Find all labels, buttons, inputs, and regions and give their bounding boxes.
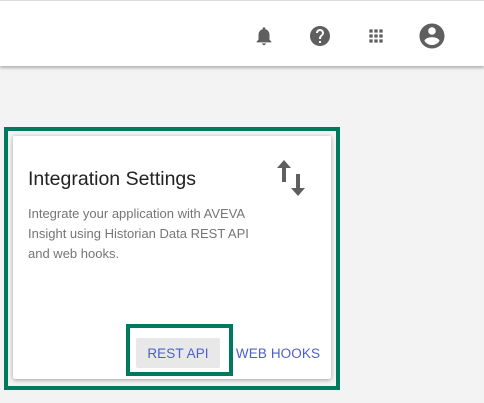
help-icon[interactable] (307, 23, 333, 49)
account-icon[interactable] (417, 21, 447, 51)
card-description: Integrate your application with AVEVA In… (28, 206, 249, 261)
top-app-bar (0, 0, 484, 66)
bell-icon[interactable] (251, 23, 277, 49)
card-title: Integration Settings (28, 168, 197, 190)
apps-grid-icon[interactable] (363, 23, 389, 49)
swap-vertical-icon (276, 158, 308, 198)
rest-api-highlight-frame (126, 324, 233, 376)
web-hooks-button[interactable]: WEB HOOKS (236, 338, 320, 368)
